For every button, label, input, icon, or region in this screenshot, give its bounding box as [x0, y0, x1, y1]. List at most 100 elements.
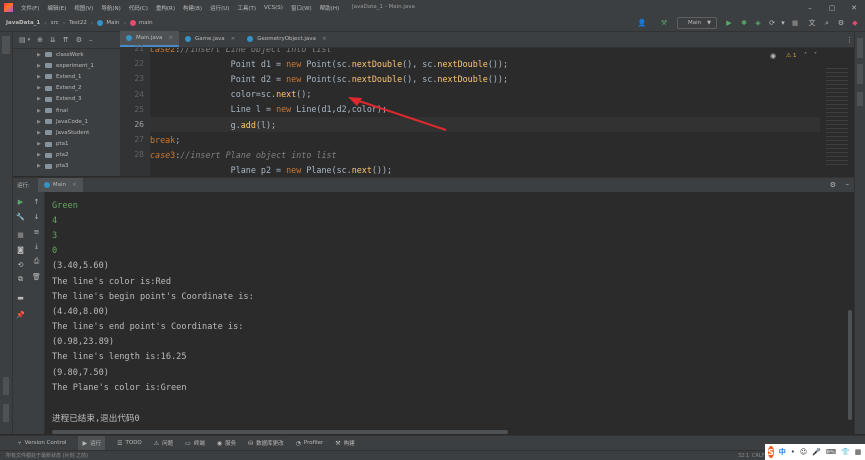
tool-profiler[interactable]: ◔ Profiler: [296, 436, 324, 451]
ime-language[interactable]: 中: [779, 447, 786, 457]
close-icon[interactable]: ×: [168, 35, 173, 41]
jetbrains-icon[interactable]: ◆: [851, 19, 859, 27]
tab-game-java[interactable]: Game.java ×: [179, 31, 241, 47]
camera-icon[interactable]: ◙: [16, 245, 25, 254]
grid-icon[interactable]: ▦: [855, 448, 862, 456]
breadcrumb-src[interactable]: src: [51, 20, 59, 26]
line-separator[interactable]: CRLF: [752, 453, 765, 459]
tool-problems[interactable]: ⚠ 问题: [154, 436, 173, 451]
layout-icon[interactable]: ⧉: [16, 275, 25, 284]
search-icon[interactable]: ⌕: [823, 19, 831, 27]
run-icon[interactable]: ▶: [725, 19, 733, 27]
collapse-all-icon[interactable]: ⇈: [63, 36, 69, 44]
close-icon[interactable]: ✕: [843, 0, 865, 15]
menu-file[interactable]: 文件(F): [21, 4, 39, 12]
menu-window[interactable]: 窗口(W): [291, 4, 312, 12]
profile-icon[interactable]: ⟳: [768, 19, 776, 27]
more-run-icon[interactable]: ▾: [779, 19, 787, 27]
menu-build[interactable]: 构建(B): [183, 4, 202, 12]
tool-todo[interactable]: ☰ TODO: [117, 436, 142, 451]
project-tool-icon[interactable]: [2, 36, 10, 54]
tool-version-control[interactable]: ⑂ Version Control: [18, 436, 66, 451]
maximize-icon[interactable]: ▢: [821, 0, 843, 15]
emoji-icon[interactable]: ☺: [800, 448, 807, 456]
minimize-icon[interactable]: –: [799, 0, 821, 15]
menu-help[interactable]: 帮助(H): [320, 4, 339, 12]
stop-icon[interactable]: ■: [791, 19, 799, 27]
tool-build[interactable]: ⚒ 构建: [335, 436, 354, 451]
menu-edit[interactable]: 编辑(E): [47, 4, 66, 12]
project-view-icon[interactable]: ▤: [19, 36, 26, 44]
tree-item[interactable]: ▶ JavaStudent: [13, 127, 120, 138]
caret-position[interactable]: 32:1: [738, 453, 749, 459]
tree-item[interactable]: ▶ JavaCode_1: [13, 116, 120, 127]
menu-vcs[interactable]: VCS(S): [264, 5, 283, 11]
notifications-tool-icon[interactable]: [857, 92, 863, 106]
sogou-logo-icon[interactable]: S: [768, 446, 774, 458]
more-icon[interactable]: ⋮: [846, 36, 853, 44]
tree-item[interactable]: ▶ classWork: [13, 49, 120, 60]
menu-refactor[interactable]: 重构(R): [156, 4, 175, 12]
tree-item[interactable]: ▶ Extend_2: [13, 83, 120, 94]
menu-tools[interactable]: 工具(T): [237, 4, 256, 12]
stop-icon[interactable]: ■: [16, 230, 25, 239]
restore-layout-icon[interactable]: ▬: [16, 293, 25, 302]
tree-item[interactable]: ▶ pta3: [13, 161, 120, 172]
tree-item[interactable]: ▶ final: [13, 105, 120, 116]
run-console[interactable]: Green 4 3 0 (3.40,5.60) The line's color is:R…: [45, 192, 854, 434]
code-editor[interactable]: case 2://insert Line object into list Po…: [150, 48, 820, 176]
user-icon[interactable]: 👤: [638, 19, 647, 27]
close-icon[interactable]: ×: [322, 36, 327, 42]
status-message[interactable]: 所有文件都处于最新状态 (片刻 之前): [6, 452, 88, 459]
tree-item[interactable]: ▶ Extend_3: [13, 94, 120, 105]
build-hammer-icon[interactable]: ⚒: [660, 19, 668, 27]
chevron-down-icon[interactable]: ˅: [814, 52, 817, 59]
chevron-down-icon[interactable]: ▾: [28, 37, 31, 43]
skin-icon[interactable]: 👕: [841, 448, 850, 456]
favorites-tool-icon[interactable]: [3, 404, 9, 422]
threads-icon[interactable]: ⟲: [16, 260, 25, 269]
tree-item[interactable]: ▶ pta2: [13, 150, 120, 161]
print-icon[interactable]: ⎙: [32, 257, 41, 266]
chevron-up-icon[interactable]: ˄: [804, 52, 807, 59]
scroll-to-end-icon[interactable]: ⤓: [32, 242, 41, 251]
vertical-scrollbar[interactable]: [848, 310, 852, 420]
close-icon[interactable]: ×: [231, 36, 236, 42]
menu-view[interactable]: 视图(V): [74, 4, 93, 12]
soft-wrap-icon[interactable]: ≡: [32, 227, 41, 236]
horizontal-scrollbar[interactable]: [52, 430, 508, 434]
menu-navigate[interactable]: 导航(N): [101, 4, 120, 12]
keyboard-icon[interactable]: ⌨: [826, 448, 836, 456]
rerun-icon[interactable]: ▶: [16, 197, 25, 206]
run-tab-main[interactable]: Main ×: [37, 177, 83, 193]
close-icon[interactable]: ×: [72, 182, 77, 188]
scroll-up-icon[interactable]: ↑: [32, 197, 41, 206]
debug-icon[interactable]: ✱: [740, 19, 748, 27]
editor-scroll-map[interactable]: ◉ ⚠ 1 ˄ ˅: [770, 48, 854, 176]
intellij-logo-icon[interactable]: [4, 3, 13, 12]
eye-icon[interactable]: ◉: [770, 52, 776, 60]
breadcrumb-method[interactable]: main: [139, 20, 153, 26]
warning-icon[interactable]: ⚠: [786, 52, 791, 59]
tree-item[interactable]: ▶ Extend_1: [13, 71, 120, 82]
gear-icon[interactable]: ⚙: [76, 36, 82, 44]
breadcrumb-project[interactable]: JavaData_1: [6, 20, 40, 26]
tree-item[interactable]: ▶ pta1: [13, 139, 120, 150]
hide-icon[interactable]: –: [89, 36, 93, 44]
scroll-down-icon[interactable]: ↓: [32, 212, 41, 221]
voice-icon[interactable]: 🎤: [812, 448, 821, 456]
settings-icon[interactable]: ⚙: [837, 19, 845, 27]
pin-icon[interactable]: 📌: [16, 310, 25, 319]
punctuation-icon[interactable]: •: [791, 448, 795, 456]
run-config-dropdown[interactable]: Main ▼: [677, 17, 717, 29]
wrench-icon[interactable]: 🔧: [16, 212, 25, 221]
menu-run[interactable]: 运行(U): [210, 4, 229, 12]
locate-icon[interactable]: ⊕: [37, 36, 43, 44]
translate-icon[interactable]: 文: [808, 19, 816, 27]
breadcrumb-package[interactable]: Test22: [69, 20, 87, 26]
expand-all-icon[interactable]: ⇊: [50, 36, 56, 44]
breadcrumb-class[interactable]: Main: [106, 20, 119, 26]
menu-code[interactable]: 代码(C): [129, 4, 148, 12]
tool-database-changes[interactable]: ⛁ 数据库更改: [248, 436, 284, 451]
tool-run[interactable]: ▶ 运行: [78, 435, 106, 451]
